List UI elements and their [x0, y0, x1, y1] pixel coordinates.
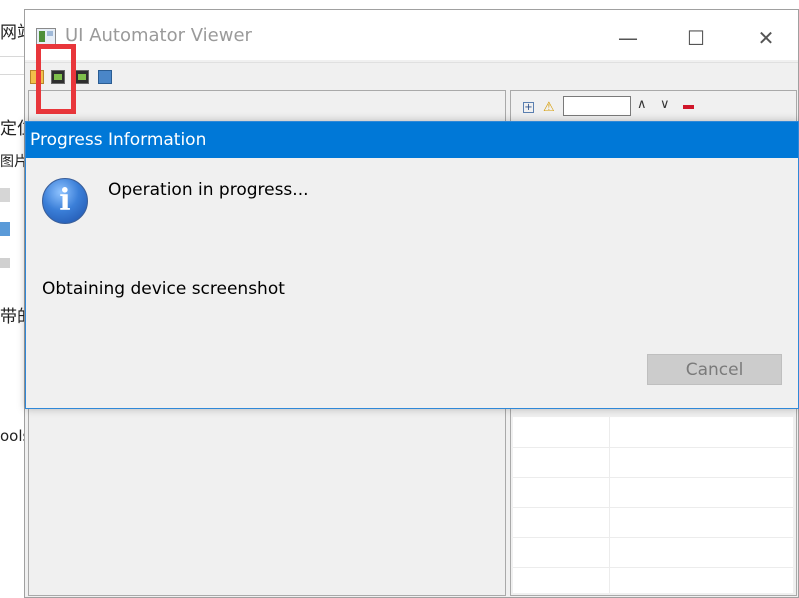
background-toolbar-icon	[0, 258, 10, 268]
info-icon: i	[42, 178, 88, 224]
save-icon[interactable]	[98, 70, 112, 84]
progress-task-label: Obtaining device screenshot	[42, 279, 285, 299]
main-toolbar	[25, 62, 798, 91]
warning-icon[interactable]: ⚠	[543, 100, 555, 115]
background-toolbar-icon	[0, 222, 10, 236]
table-row	[513, 507, 793, 508]
next-result-icon[interactable]: ∨	[660, 97, 670, 112]
table-row	[513, 537, 793, 538]
background-toolbar-icon	[0, 188, 10, 202]
highlight-annotation	[36, 44, 76, 114]
search-input[interactable]	[563, 96, 631, 116]
dialog-title: Progress Information	[26, 122, 798, 158]
window-title: UI Automator Viewer	[65, 25, 252, 46]
table-row	[513, 477, 793, 478]
node-detail-table	[513, 417, 793, 593]
background-divider	[0, 56, 26, 57]
progress-dialog: Progress Information i Operation in prog…	[25, 121, 799, 409]
cancel-button[interactable]: Cancel	[647, 354, 782, 385]
app-icon	[36, 28, 56, 45]
close-button[interactable]: ✕	[743, 18, 789, 58]
table-row	[513, 567, 793, 568]
maximize-button[interactable]: ☐	[673, 18, 719, 58]
table-row	[513, 447, 793, 448]
previous-result-icon[interactable]: ∧	[637, 97, 647, 112]
clear-icon[interactable]	[683, 105, 694, 109]
device-screenshot-compressed-icon[interactable]	[75, 70, 89, 84]
window-titlebar[interactable]: UI Automator Viewer — ☐ ✕	[25, 10, 798, 60]
dialog-heading: Operation in progress...	[108, 180, 309, 200]
minimize-button[interactable]: —	[605, 18, 651, 58]
background-divider	[0, 74, 26, 75]
expand-all-icon[interactable]: +	[523, 102, 534, 113]
hierarchy-toolbar: + ⚠ ∧ ∨	[519, 96, 789, 118]
